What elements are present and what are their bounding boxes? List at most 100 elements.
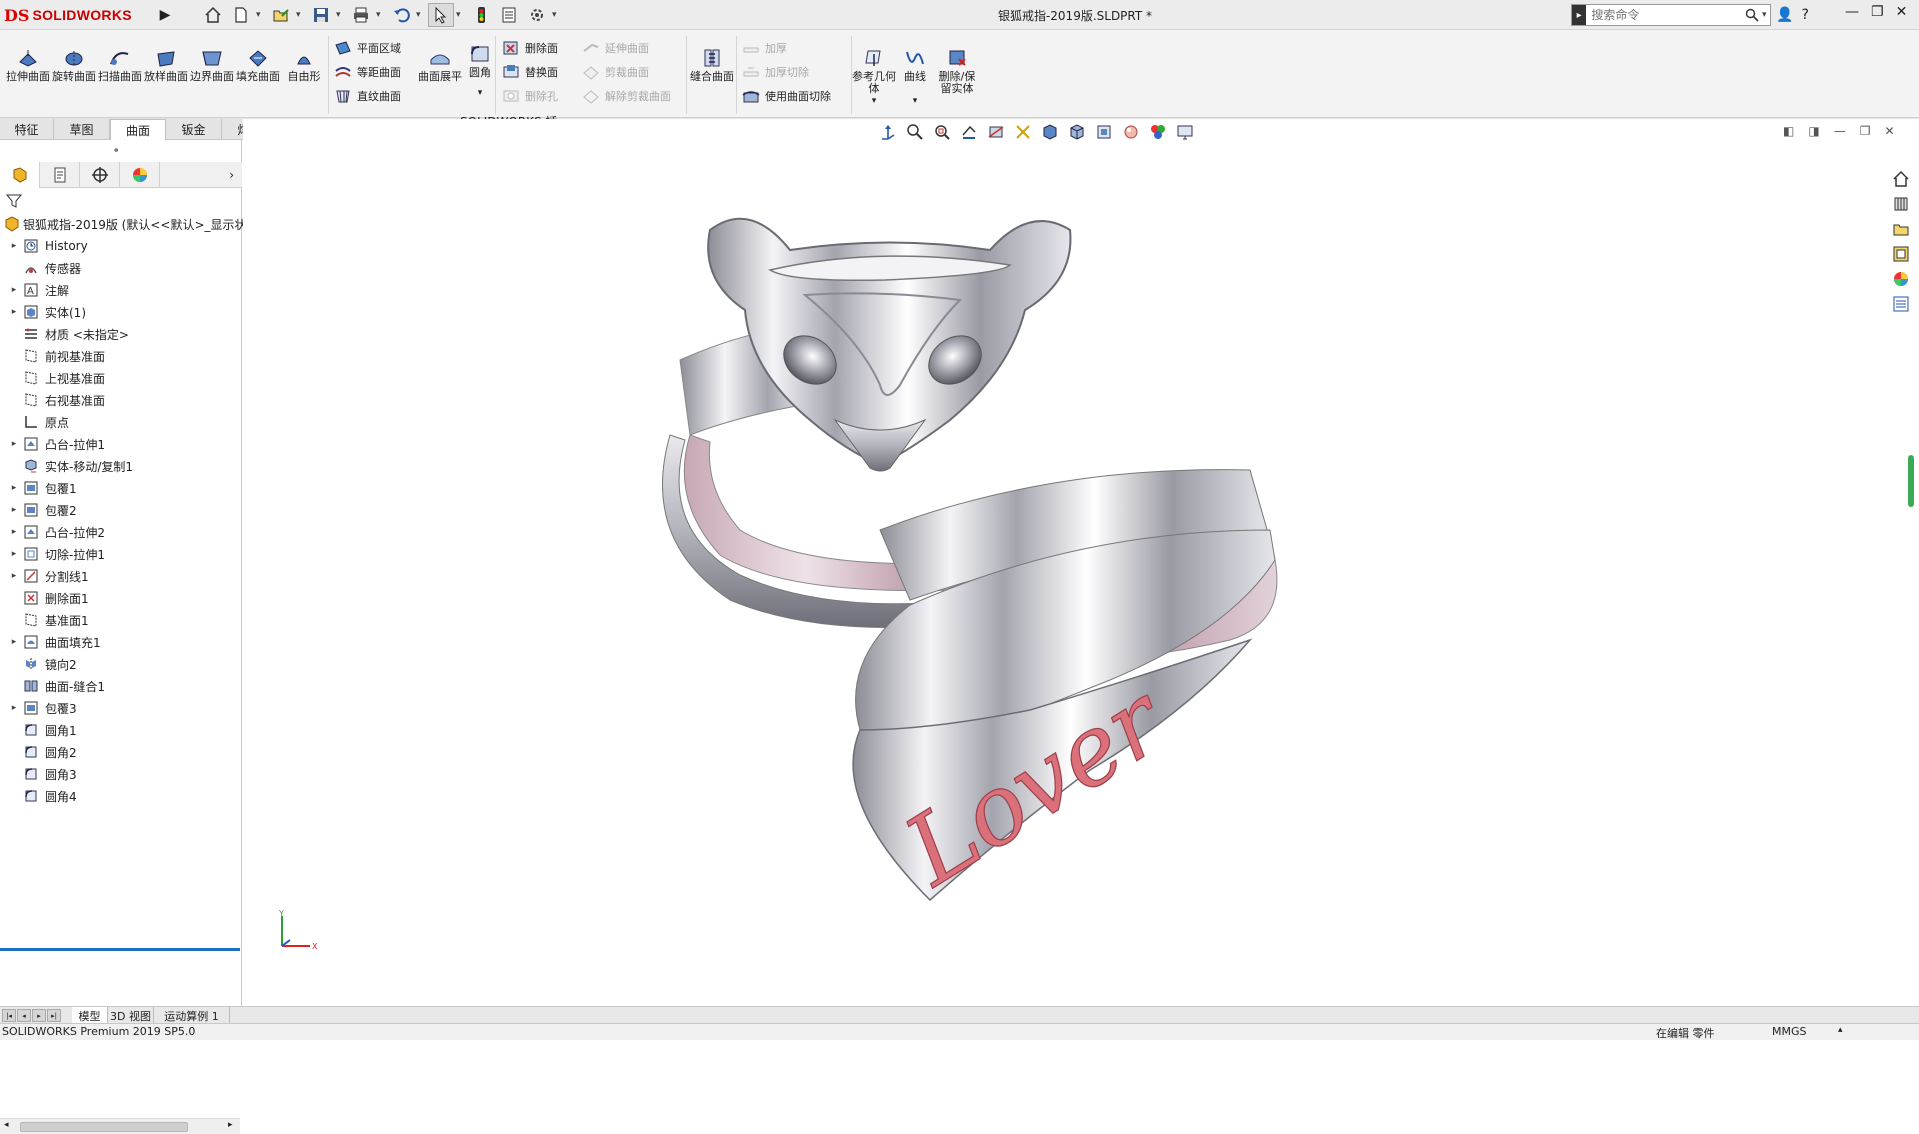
chevron-down-icon[interactable]: ▾ bbox=[552, 10, 562, 20]
user-icon[interactable]: 👤 bbox=[1776, 7, 1793, 23]
last-tab-icon[interactable]: ▸| bbox=[47, 1009, 61, 1022]
home-icon[interactable] bbox=[200, 3, 226, 27]
knit-surface-button[interactable]: 缝合曲面 bbox=[690, 48, 734, 83]
tree-item[interactable]: 右视基准面 bbox=[0, 389, 242, 411]
view-settings-icon[interactable] bbox=[1173, 121, 1197, 143]
tree-item[interactable]: 基准面1 bbox=[0, 609, 242, 631]
tree-item[interactable]: ▸ 曲面填充1 bbox=[0, 631, 242, 653]
tree-item[interactable]: ▸ 凸台-拉伸1 bbox=[0, 433, 242, 455]
chevron-down-icon[interactable]: ▾ bbox=[416, 10, 426, 20]
bottom-tab-2[interactable]: 运动算例 1 bbox=[154, 1007, 230, 1024]
minimize-icon[interactable]: — bbox=[1845, 4, 1859, 20]
bottom-tab-1[interactable]: 3D 视图 bbox=[108, 1007, 154, 1024]
revolved-surface-button[interactable]: 旋转曲面 bbox=[52, 48, 96, 83]
boundary-surface-button[interactable]: 边界曲面 bbox=[190, 48, 234, 83]
section-view-icon[interactable] bbox=[984, 121, 1008, 143]
configuration-manager-tab-icon[interactable] bbox=[80, 162, 120, 188]
tree-item[interactable]: 前视基准面 bbox=[0, 345, 242, 367]
bottom-tab-0[interactable]: 模型 bbox=[72, 1007, 108, 1024]
zoom-to-area-icon[interactable] bbox=[930, 121, 954, 143]
file-explorer-icon[interactable] bbox=[1890, 218, 1912, 240]
extruded-surface-button[interactable]: 拉伸曲面 bbox=[6, 48, 50, 83]
close-icon[interactable]: ✕ bbox=[1896, 4, 1908, 20]
restore-icon[interactable]: ❐ bbox=[1871, 4, 1884, 20]
freeform-button[interactable]: 自由形 bbox=[282, 48, 326, 83]
tile-left-icon[interactable]: ◧ bbox=[1783, 124, 1794, 138]
expand-arrow-icon[interactable]: ▸ bbox=[8, 307, 20, 317]
tree-item[interactable]: 圆角2 bbox=[0, 741, 242, 763]
first-tab-icon[interactable]: |◂ bbox=[2, 1009, 16, 1022]
filter-icon[interactable] bbox=[5, 193, 23, 212]
extend-surface-button[interactable]: 延伸曲面 bbox=[582, 36, 671, 60]
property-manager-tab-icon[interactable] bbox=[40, 162, 80, 188]
solidworks-logo[interactable]: DS SOLIDWORKS bbox=[4, 4, 132, 26]
tile-right-icon[interactable]: ◨ bbox=[1808, 124, 1819, 138]
tree-item[interactable]: ▸ 凸台-拉伸2 bbox=[0, 521, 242, 543]
scrollbar-thumb[interactable] bbox=[20, 1122, 188, 1132]
tab-0[interactable]: 特征 bbox=[0, 119, 54, 140]
search-commands-box[interactable]: ▸ ▾ bbox=[1571, 4, 1771, 26]
tree-item[interactable]: ▸ 实体(1) bbox=[0, 301, 242, 323]
open-folder-icon[interactable] bbox=[268, 3, 294, 27]
panel-grip-icon[interactable]: ⦁ bbox=[114, 145, 119, 155]
search-icon[interactable] bbox=[1741, 8, 1762, 22]
chevron-down-icon[interactable]: ▾ bbox=[376, 10, 386, 20]
units-selector[interactable]: MMGS bbox=[1772, 1025, 1807, 1038]
planar-surface-button[interactable]: 平面区域 bbox=[334, 36, 401, 60]
tree-item[interactable]: 删除面1 bbox=[0, 587, 242, 609]
units-chevron-up-icon[interactable]: ▴ bbox=[1838, 1025, 1843, 1035]
untrim-surface-button[interactable]: 解除剪裁曲面 bbox=[582, 84, 671, 108]
command-search-icon[interactable]: ▸ bbox=[1572, 5, 1587, 25]
menu-expand-arrow-icon[interactable]: ▶ bbox=[157, 4, 173, 26]
view-close-icon[interactable]: ✕ bbox=[1884, 124, 1894, 138]
tree-item[interactable]: 实体-移动/复制1 bbox=[0, 455, 242, 477]
delete-keep-body-button[interactable]: 删除/保留实体 bbox=[935, 48, 979, 95]
next-tab-icon[interactable]: ▸ bbox=[32, 1009, 46, 1022]
display-manager-tab-icon[interactable] bbox=[120, 162, 160, 188]
tab-2[interactable]: 曲面 bbox=[110, 119, 166, 140]
design-library-icon[interactable] bbox=[1890, 193, 1912, 215]
scroll-left-icon[interactable]: ◂ bbox=[4, 1120, 9, 1130]
tree-item[interactable]: ▸ 包覆3 bbox=[0, 697, 242, 719]
search-input[interactable] bbox=[1586, 8, 1742, 22]
view-scroll-indicator[interactable] bbox=[1908, 455, 1914, 507]
view-minimize-icon[interactable]: — bbox=[1834, 124, 1846, 138]
file-properties-icon[interactable] bbox=[496, 3, 522, 27]
zoom-to-fit-icon[interactable] bbox=[903, 121, 927, 143]
replace-face-button[interactable]: 替换面 bbox=[502, 60, 558, 84]
previous-view-icon[interactable] bbox=[957, 121, 981, 143]
appearances-scenes-icon[interactable] bbox=[1890, 268, 1912, 290]
delete-hole-button[interactable]: 删除孔 bbox=[502, 84, 558, 108]
tree-item[interactable]: 圆角1 bbox=[0, 719, 242, 741]
tree-root-part[interactable]: 银狐戒指-2019版 (默认<<默认>_显示状 bbox=[0, 213, 247, 235]
tree-item[interactable]: 圆角4 bbox=[0, 785, 242, 807]
feature-manager-tab-icon[interactable] bbox=[0, 162, 40, 188]
tree-item[interactable]: ▸ 切除-拉伸1 bbox=[0, 543, 242, 565]
tree-item[interactable]: ▸ 包覆1 bbox=[0, 477, 242, 499]
display-style-icon[interactable] bbox=[1065, 121, 1089, 143]
expand-arrow-icon[interactable]: ▸ bbox=[8, 549, 20, 559]
undo-icon[interactable] bbox=[388, 3, 414, 27]
expand-arrow-icon[interactable]: ▸ bbox=[8, 571, 20, 581]
tree-item[interactable]: 材质 <未指定> bbox=[0, 323, 242, 345]
tree-item[interactable]: ▸ 包覆2 bbox=[0, 499, 242, 521]
tree-item[interactable]: ▸ History bbox=[0, 235, 242, 257]
chevron-down-icon[interactable]: ▾ bbox=[256, 10, 266, 20]
tree-item[interactable]: 上视基准面 bbox=[0, 367, 242, 389]
view-orientation-triad-icon[interactable] bbox=[876, 121, 900, 143]
tree-item[interactable]: 原点 bbox=[0, 411, 242, 433]
expand-arrow-icon[interactable]: ▸ bbox=[8, 505, 20, 515]
rebuild-traffic-light-icon[interactable] bbox=[468, 3, 494, 27]
new-document-icon[interactable] bbox=[228, 3, 254, 27]
cut-with-surface-button[interactable]: 使用曲面切除 bbox=[742, 84, 831, 108]
options-gear-icon[interactable] bbox=[524, 3, 550, 27]
tree-item[interactable]: 镜向2 bbox=[0, 653, 242, 675]
expand-arrow-icon[interactable]: ▸ bbox=[8, 285, 20, 295]
help-icon[interactable]: ? bbox=[1801, 7, 1808, 23]
expand-arrow-icon[interactable]: ▸ bbox=[8, 439, 20, 449]
tree-item[interactable]: 圆角3 bbox=[0, 763, 242, 785]
save-icon[interactable] bbox=[308, 3, 334, 27]
expand-arrow-icon[interactable]: ▸ bbox=[8, 703, 20, 713]
chevron-down-icon[interactable]: ▾ bbox=[336, 10, 346, 20]
custom-properties-icon[interactable] bbox=[1890, 293, 1912, 315]
